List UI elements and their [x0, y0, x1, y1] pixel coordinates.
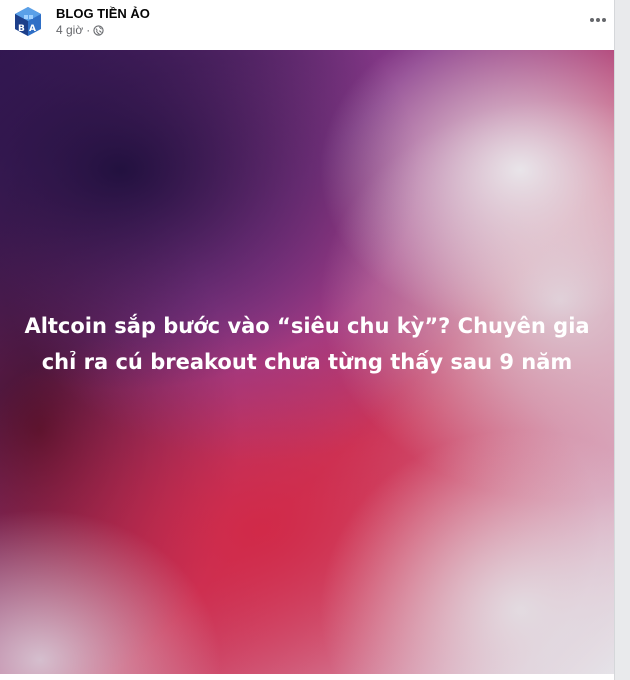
post-header: B A BLOG TIỀN ẢO 4 giờ ·: [0, 0, 614, 48]
post-image[interactable]: Altcoin sắp bước vào “siêu chu kỳ”? Chuy…: [0, 50, 614, 674]
post-card: B A BLOG TIỀN ẢO 4 giờ · Altcoin sắp bướ…: [0, 0, 614, 680]
post-meta: 4 giờ ·: [56, 23, 104, 37]
page-avatar[interactable]: B A: [10, 4, 46, 40]
globe-icon: [93, 24, 104, 36]
post-time-link[interactable]: 4 giờ: [56, 23, 83, 37]
blog-logo-icon: B A: [15, 7, 41, 36]
post-bottom-divider: [0, 674, 614, 680]
more-options-icon: [590, 18, 606, 22]
meta-separator: ·: [86, 23, 91, 37]
svg-text:A: A: [29, 24, 36, 34]
svg-text:B: B: [18, 24, 25, 34]
window-scroll-edge: [614, 0, 630, 680]
page-name-link[interactable]: BLOG TIỀN ẢO: [56, 6, 150, 21]
image-headline: Altcoin sắp bước vào “siêu chu kỳ”? Chuy…: [24, 314, 590, 374]
more-options-button[interactable]: [582, 6, 614, 34]
